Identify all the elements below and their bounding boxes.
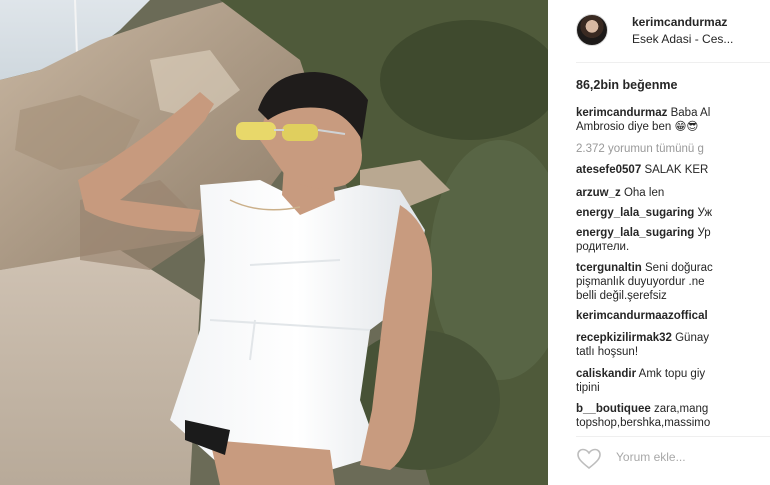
view-all-comments-link[interactable]: 2.372 yorumun tümünü g	[576, 142, 704, 156]
caption-text: Baba Al	[670, 107, 711, 119]
comment-item: b__boutiquee zara,mang	[576, 402, 708, 416]
comment-item: caliskandir Amk topu giy	[576, 367, 705, 381]
comment-item: atesefe0507 SALAK KER	[576, 163, 708, 177]
post-location[interactable]: Esek Adasi - Ces...	[632, 32, 733, 46]
add-comment-row	[576, 446, 770, 470]
comment-text: Ур	[697, 227, 711, 239]
comment-item: arzuw_z Oha len	[576, 186, 664, 200]
comment-username[interactable]: tcergunaltin	[576, 262, 642, 274]
comment-item: tcergunaltin Seni doğurac	[576, 261, 713, 275]
caption-username[interactable]: kerimcandurmaz	[576, 107, 667, 119]
photo-image	[0, 0, 548, 485]
footer-divider	[576, 436, 770, 437]
comment-text-continued: tipini	[576, 382, 600, 394]
comment-text: SALAK KER	[644, 164, 709, 176]
comment-username[interactable]: caliskandir	[576, 368, 636, 380]
comment-item: kerimcandurmaazoffical	[576, 309, 708, 323]
caption: kerimcandurmaz Baba Al	[576, 106, 710, 120]
comment-username[interactable]: b__boutiquee	[576, 403, 651, 415]
comment-text: Seni doğurac	[645, 262, 713, 274]
comment-text-continued: родители.	[576, 241, 630, 253]
caption-continued: Ambrosio diye ben 😁😎	[576, 121, 699, 133]
comment-text-continued: belli değil.şerefsiz	[576, 290, 667, 302]
comment-text: Oha len	[623, 187, 665, 199]
comment-text: Уж	[697, 207, 713, 219]
post-photo[interactable]	[0, 0, 548, 485]
post-header: kerimcandurmaz Esek Adasi - Ces...	[556, 0, 770, 62]
comment-username[interactable]: recepkizilirmak32	[576, 332, 672, 344]
comment-text: zara,mang	[653, 403, 709, 415]
post-username[interactable]: kerimcandurmaz	[632, 15, 727, 29]
header-divider	[576, 62, 770, 63]
comment-username[interactable]: energy_lala_sugaring	[576, 227, 694, 239]
comment-username[interactable]: kerimcandurmaazoffical	[576, 310, 708, 322]
comment-username[interactable]: energy_lala_sugaring	[576, 207, 694, 219]
comment-text-continued: tatlı hoşsun!	[576, 346, 639, 358]
comment-text-continued: pişmanlık duyuyordur .ne	[576, 276, 705, 288]
comment-item: energy_lala_sugaring Уж	[576, 206, 712, 220]
comment-username[interactable]: arzuw_z	[576, 187, 621, 199]
post-sidebar: kerimcandurmaz Esek Adasi - Ces... 86,2b…	[556, 0, 770, 485]
comment-text: Günay	[675, 332, 709, 344]
comment-text-continued: topshop,bershka,massimo	[576, 417, 711, 429]
likes-count[interactable]: 86,2bin beğenme	[576, 78, 677, 92]
heart-icon[interactable]	[576, 448, 602, 475]
comment-username[interactable]: atesefe0507	[576, 164, 641, 176]
add-comment-input[interactable]	[616, 449, 766, 465]
comment-item: energy_lala_sugaring Ур	[576, 226, 711, 240]
avatar[interactable]	[576, 14, 608, 46]
comment-item: recepkizilirmak32 Günay	[576, 331, 709, 345]
comment-text: Amk topu giy	[638, 368, 706, 380]
